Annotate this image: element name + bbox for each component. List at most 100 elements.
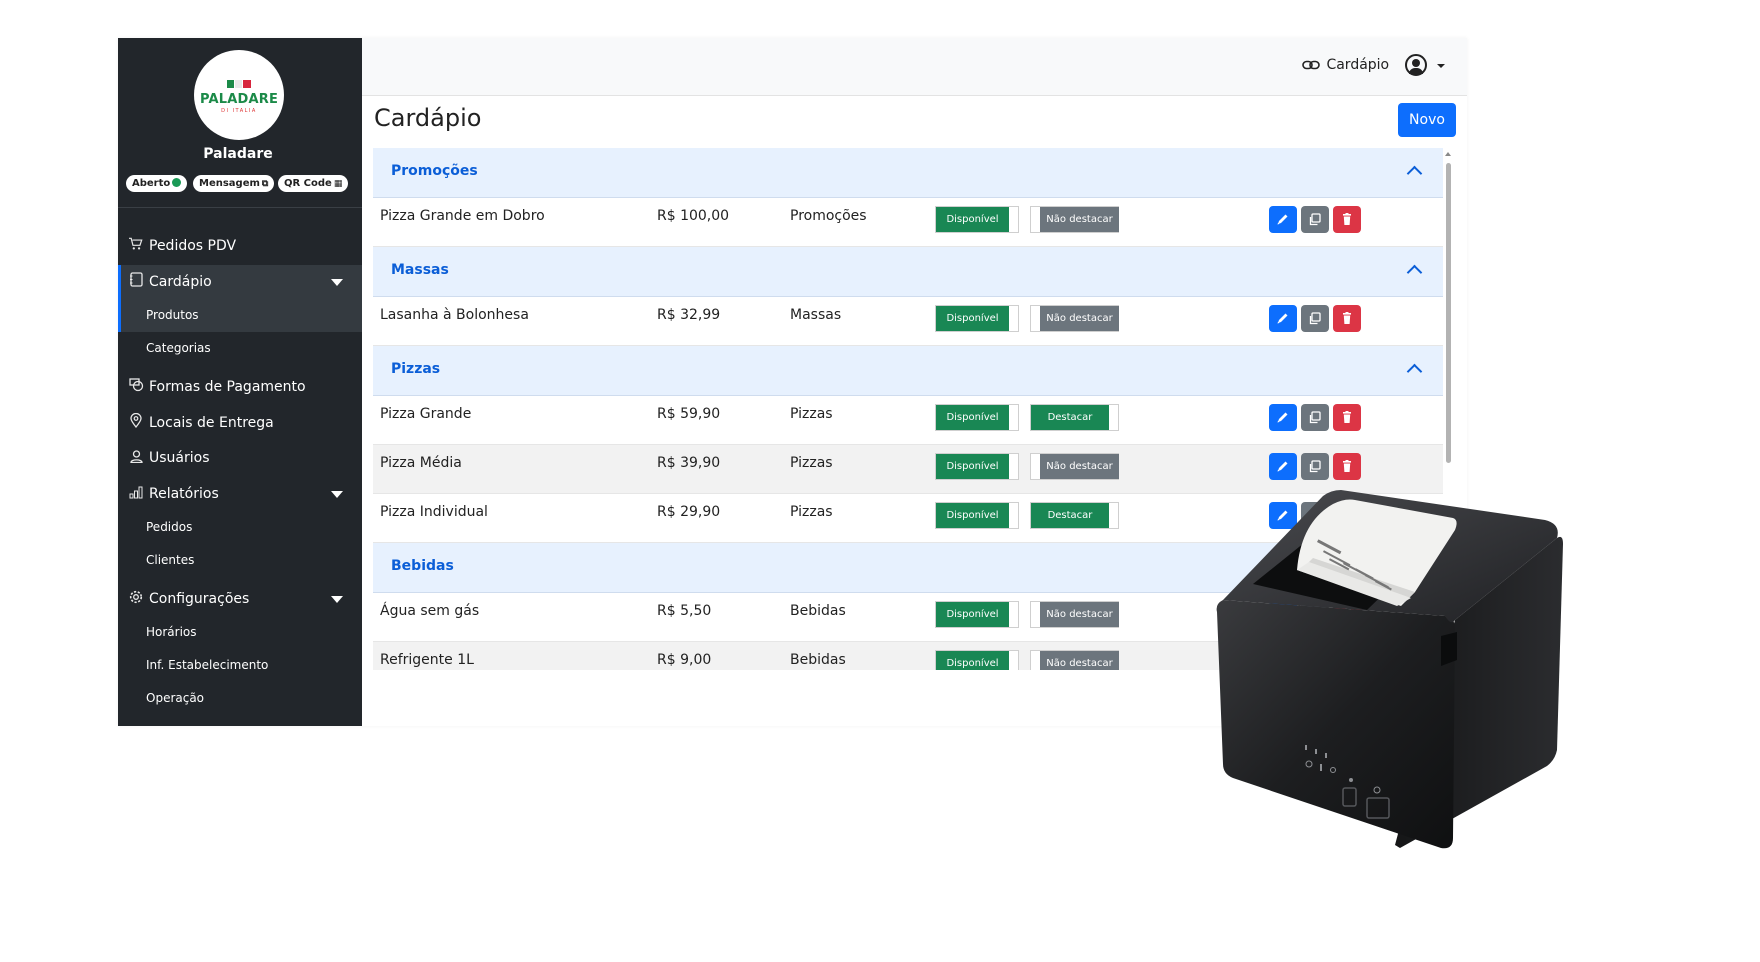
available-toggle[interactable]: Disponível: [935, 206, 1019, 233]
available-toggle[interactable]: Disponível: [935, 650, 1019, 670]
message-pill[interactable]: Mensagem ⧉: [193, 175, 275, 192]
sidebar-item-cardapio[interactable]: Cardápio: [118, 265, 362, 299]
product-price: R$ 29,90: [657, 504, 721, 520]
available-toggle-label: Disponível: [936, 454, 1009, 479]
available-toggle-label: Disponível: [936, 651, 1009, 670]
user-circle-icon[interactable]: [1405, 54, 1427, 76]
status-dot-icon: [172, 178, 182, 187]
chevron-down-icon: [331, 596, 343, 603]
product-price: R$ 59,90: [657, 406, 721, 422]
delete-button[interactable]: [1333, 305, 1361, 332]
table-row: Lasanha à Bolonhesa R$ 32,99 Massas Disponí…: [373, 297, 1443, 346]
topbar: Cardápio: [362, 38, 1467, 96]
chevron-up-icon[interactable]: [1406, 363, 1423, 380]
sidebar-item-configuracoes[interactable]: Configurações: [118, 582, 362, 616]
sidebar-subitem-categorias[interactable]: Categorias: [118, 332, 362, 365]
category-header[interactable]: Massas: [373, 247, 1443, 297]
thermal-printer-image: [1216, 490, 1563, 849]
sidebar-item-formas-pagamento[interactable]: Formas de Pagamento: [118, 370, 362, 404]
highlight-toggle[interactable]: Não destacar: [1030, 305, 1119, 332]
copy-icon: ⧉: [261, 179, 269, 189]
highlight-toggle-label: Não destacar: [1040, 207, 1119, 232]
duplicate-button[interactable]: [1301, 206, 1329, 233]
sidebar-item-pedidos-pdv[interactable]: Pedidos PDV: [118, 229, 362, 263]
available-toggle[interactable]: Disponível: [935, 601, 1019, 628]
product-name: Água sem gás: [380, 603, 480, 619]
sidebar-subitem-rel-clientes[interactable]: Clientes: [118, 544, 362, 577]
available-toggle[interactable]: Disponível: [935, 305, 1019, 332]
duplicate-button[interactable]: [1301, 404, 1329, 431]
highlight-toggle[interactable]: Não destacar: [1030, 206, 1119, 233]
delete-button[interactable]: [1333, 404, 1361, 431]
italy-flag-icon: [227, 80, 251, 88]
highlight-toggle-label: Não destacar: [1040, 454, 1119, 479]
edit-button[interactable]: [1269, 305, 1297, 332]
table-row: Pizza Grande em Dobro R$ 100,00 Promoções D…: [373, 198, 1443, 247]
available-toggle-label: Disponível: [936, 503, 1009, 528]
scroll-up-arrow-icon[interactable]: [1445, 152, 1451, 156]
duplicate-button[interactable]: [1301, 305, 1329, 332]
logo-brand: PALADARE: [199, 92, 279, 107]
menu-link[interactable]: Cardápio: [1302, 57, 1389, 73]
sidebar-subitem-produtos[interactable]: Produtos: [118, 299, 362, 332]
product-category: Pizzas: [790, 406, 833, 422]
map-pin-icon: [128, 406, 144, 440]
product-name: Pizza Grande: [380, 406, 472, 422]
link-icon: [1302, 57, 1322, 73]
open-status-pill[interactable]: Aberto: [126, 175, 188, 192]
edit-button[interactable]: [1269, 404, 1297, 431]
sidebar-subitem-inf-estabelecimento[interactable]: Inf. Estabelecimento: [118, 649, 362, 682]
highlight-toggle-label: Destacar: [1031, 405, 1109, 430]
product-name: Refrigente 1L: [380, 652, 474, 668]
qrcode-icon: ▦: [333, 179, 343, 189]
chevron-up-icon[interactable]: [1406, 264, 1423, 281]
highlight-toggle[interactable]: Não destacar: [1030, 650, 1119, 670]
bar-chart-icon: [128, 477, 144, 511]
product-price: R$ 9,00: [657, 652, 712, 668]
highlight-toggle[interactable]: Destacar: [1030, 502, 1119, 529]
product-name: Pizza Média: [380, 455, 462, 471]
product-name: Lasanha à Bolonhesa: [380, 307, 529, 323]
highlight-toggle-label: Não destacar: [1040, 306, 1119, 331]
highlight-toggle[interactable]: Não destacar: [1030, 453, 1119, 480]
product-price: R$ 39,90: [657, 455, 721, 471]
store-name: Paladare: [203, 146, 273, 162]
user-dropdown-caret-icon[interactable]: [1437, 64, 1445, 68]
page-title: Cardápio: [374, 104, 482, 132]
product-price: R$ 32,99: [657, 307, 721, 323]
category-header[interactable]: Promoções: [373, 148, 1443, 198]
category-name: Promoções: [391, 163, 478, 179]
product-category: Promoções: [790, 208, 867, 224]
highlight-toggle[interactable]: Não destacar: [1030, 601, 1119, 628]
product-category: Massas: [790, 307, 842, 323]
qrcode-pill[interactable]: QR Code ▦: [278, 175, 349, 192]
category-name: Bebidas: [391, 558, 454, 574]
available-toggle-label: Disponível: [936, 306, 1009, 331]
sidebar-item-usuarios[interactable]: Usuários: [118, 441, 362, 475]
edit-button[interactable]: [1269, 206, 1297, 233]
product-category: Pizzas: [790, 504, 833, 520]
category-name: Massas: [391, 262, 449, 278]
delete-button[interactable]: [1333, 206, 1361, 233]
new-product-button[interactable]: Novo: [1398, 103, 1456, 137]
sidebar-subitem-rel-pedidos[interactable]: Pedidos: [118, 511, 362, 544]
logo-subtitle: DI ITALIA: [221, 108, 257, 114]
product-name: Pizza Individual: [380, 504, 488, 520]
chevron-up-icon[interactable]: [1406, 165, 1423, 182]
sidebar-subitem-horarios[interactable]: Horários: [118, 616, 362, 649]
sidebar-subitem-operacao[interactable]: Operação: [118, 682, 362, 715]
available-toggle-label: Disponível: [936, 207, 1009, 232]
sidebar-item-locais-entrega[interactable]: Locais de Entrega: [118, 406, 362, 440]
product-price: R$ 100,00: [657, 208, 730, 224]
available-toggle[interactable]: Disponível: [935, 453, 1019, 480]
available-toggle[interactable]: Disponível: [935, 502, 1019, 529]
highlight-toggle-label: Não destacar: [1040, 651, 1119, 670]
category-header[interactable]: Pizzas: [373, 346, 1443, 396]
sidebar-divider: [118, 207, 362, 208]
sidebar-item-relatorios[interactable]: Relatórios: [118, 477, 362, 511]
scrollbar-thumb[interactable]: [1446, 163, 1451, 463]
highlight-toggle[interactable]: Destacar: [1030, 404, 1119, 431]
available-toggle-label: Disponível: [936, 405, 1009, 430]
cart-icon: [128, 229, 144, 263]
available-toggle[interactable]: Disponível: [935, 404, 1019, 431]
